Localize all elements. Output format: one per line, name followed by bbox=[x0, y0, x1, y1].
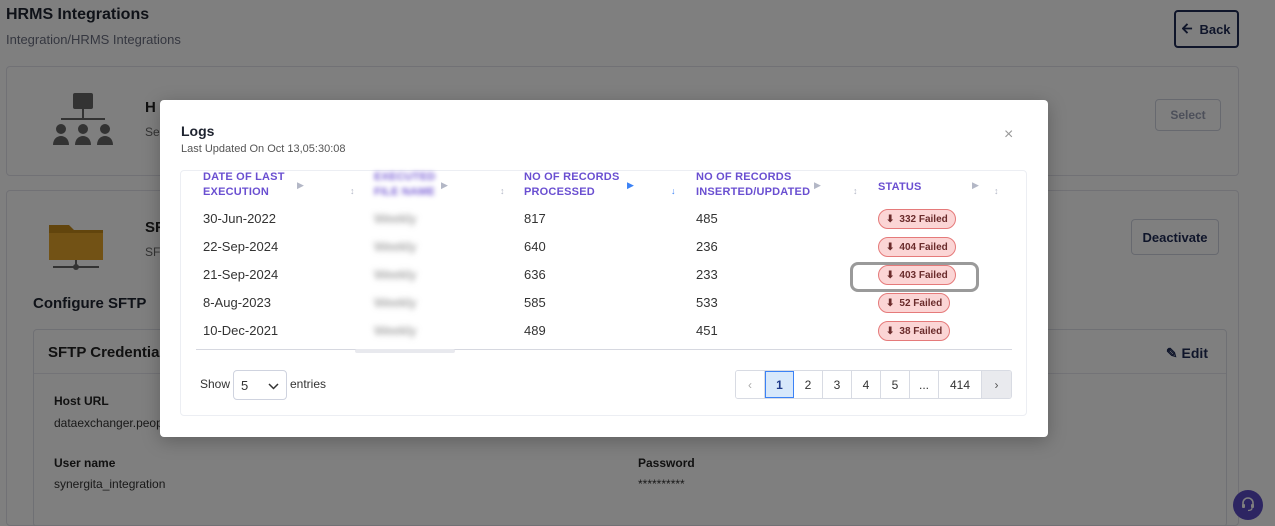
pagination-page-2[interactable]: 2 bbox=[794, 371, 823, 398]
col-header-date-line2: EXECUTION bbox=[203, 186, 269, 198]
cell-filename: Weekly bbox=[374, 211, 417, 226]
col-header-inserted[interactable]: NO OF RECORDS INSERTED/UPDATED bbox=[696, 170, 810, 200]
col-header-inserted-line1: NO OF RECORDS bbox=[696, 171, 792, 183]
col-header-processed-line2: PROCESSED bbox=[524, 186, 595, 198]
status-label: 404 Failed bbox=[899, 241, 948, 253]
pagination-ellipsis: ... bbox=[910, 371, 939, 398]
horizontal-scrollbar[interactable] bbox=[355, 349, 455, 353]
col-header-processed[interactable]: NO OF RECORDS PROCESSED bbox=[524, 170, 620, 200]
cell-processed: 636 bbox=[524, 267, 546, 282]
sort-icon[interactable]: ↓ bbox=[671, 186, 676, 196]
close-icon[interactable]: × bbox=[1004, 126, 1013, 144]
sort-icon[interactable]: ↕ bbox=[994, 186, 999, 196]
col-header-filename-line1: EXECUTED bbox=[374, 171, 436, 183]
col-header-inserted-line2: INSERTED/UPDATED bbox=[696, 186, 811, 198]
modal-title: Logs bbox=[181, 123, 215, 139]
col-header-filename-line2: FILE NAME bbox=[374, 186, 436, 198]
download-icon: ⬇ bbox=[886, 241, 895, 253]
status-label: 52 Failed bbox=[899, 297, 943, 309]
cell-inserted: 233 bbox=[696, 267, 718, 282]
pagination-page-414[interactable]: 414 bbox=[939, 371, 982, 398]
status-badge[interactable]: ⬇ 52 Failed bbox=[878, 293, 951, 313]
logs-modal: Logs Last Updated On Oct 13,05:30:08 × D… bbox=[160, 100, 1048, 437]
pagination-page-1[interactable]: 1 bbox=[765, 371, 794, 398]
cell-date: 10-Dec-2021 bbox=[203, 323, 279, 338]
sort-icon[interactable]: ▶ bbox=[297, 180, 304, 191]
cell-inserted: 485 bbox=[696, 211, 718, 226]
pagination-page-5[interactable]: 5 bbox=[881, 371, 910, 398]
cell-processed: 640 bbox=[524, 239, 546, 254]
sort-icon[interactable]: ↕ bbox=[350, 186, 355, 196]
pagination-page-4[interactable]: 4 bbox=[852, 371, 881, 398]
download-icon: ⬇ bbox=[886, 213, 895, 225]
download-icon: ⬇ bbox=[886, 325, 895, 337]
row-highlight bbox=[850, 262, 979, 292]
table-divider bbox=[196, 349, 1012, 350]
pagination-next[interactable]: › bbox=[982, 371, 1011, 398]
sort-icon[interactable]: ↕ bbox=[500, 186, 505, 196]
cell-processed: 585 bbox=[524, 295, 546, 310]
sort-icon[interactable]: ▶ bbox=[627, 180, 634, 191]
cell-date: 22-Sep-2024 bbox=[203, 239, 279, 254]
cell-processed: 489 bbox=[524, 323, 546, 338]
pagination-page-3[interactable]: 3 bbox=[823, 371, 852, 398]
cell-filename: Weekly bbox=[374, 323, 417, 338]
col-header-processed-line1: NO OF RECORDS bbox=[524, 171, 620, 183]
sort-icon[interactable]: ▶ bbox=[814, 180, 821, 191]
status-label: 38 Failed bbox=[899, 325, 943, 337]
status-badge[interactable]: ⬇ 38 Failed bbox=[878, 321, 951, 341]
show-label: Show bbox=[200, 377, 231, 391]
sort-icon[interactable]: ▶ bbox=[441, 180, 448, 191]
col-header-date-line1: DATE OF LAST bbox=[203, 171, 285, 183]
cell-filename: Weekly bbox=[374, 239, 417, 254]
cell-inserted: 451 bbox=[696, 323, 718, 338]
status-badge[interactable]: ⬇ 404 Failed bbox=[878, 237, 956, 257]
modal-subtitle: Last Updated On Oct 13,05:30:08 bbox=[181, 143, 346, 155]
col-header-status[interactable]: STATUS bbox=[878, 180, 922, 195]
col-header-status-line1: STATUS bbox=[878, 181, 922, 193]
chevron-down-icon bbox=[268, 378, 279, 393]
cell-inserted: 236 bbox=[696, 239, 718, 254]
col-header-date[interactable]: DATE OF LAST EXECUTION bbox=[203, 170, 285, 200]
col-header-filename[interactable]: EXECUTED FILE NAME bbox=[374, 170, 436, 200]
cell-date: 30-Jun-2022 bbox=[203, 211, 276, 226]
status-label: 332 Failed bbox=[899, 213, 948, 225]
sort-icon[interactable]: ▶ bbox=[972, 180, 979, 191]
cell-processed: 817 bbox=[524, 211, 546, 226]
page-size-select[interactable]: 5 bbox=[233, 370, 287, 400]
entries-label: entries bbox=[290, 377, 327, 391]
cell-inserted: 533 bbox=[696, 295, 718, 310]
sort-icon[interactable]: ↕ bbox=[853, 186, 858, 196]
pagination: ‹ 1 2 3 4 5 ... 414 › bbox=[735, 370, 1012, 399]
pagination-prev[interactable]: ‹ bbox=[736, 371, 765, 398]
cell-date: 8-Aug-2023 bbox=[203, 295, 271, 310]
cell-filename: Weekly bbox=[374, 267, 417, 282]
page-size-value: 5 bbox=[241, 377, 249, 393]
cell-filename: Weekly bbox=[374, 295, 417, 310]
cell-date: 21-Sep-2024 bbox=[203, 267, 279, 282]
status-badge[interactable]: ⬇ 332 Failed bbox=[878, 209, 956, 229]
download-icon: ⬇ bbox=[886, 297, 895, 309]
